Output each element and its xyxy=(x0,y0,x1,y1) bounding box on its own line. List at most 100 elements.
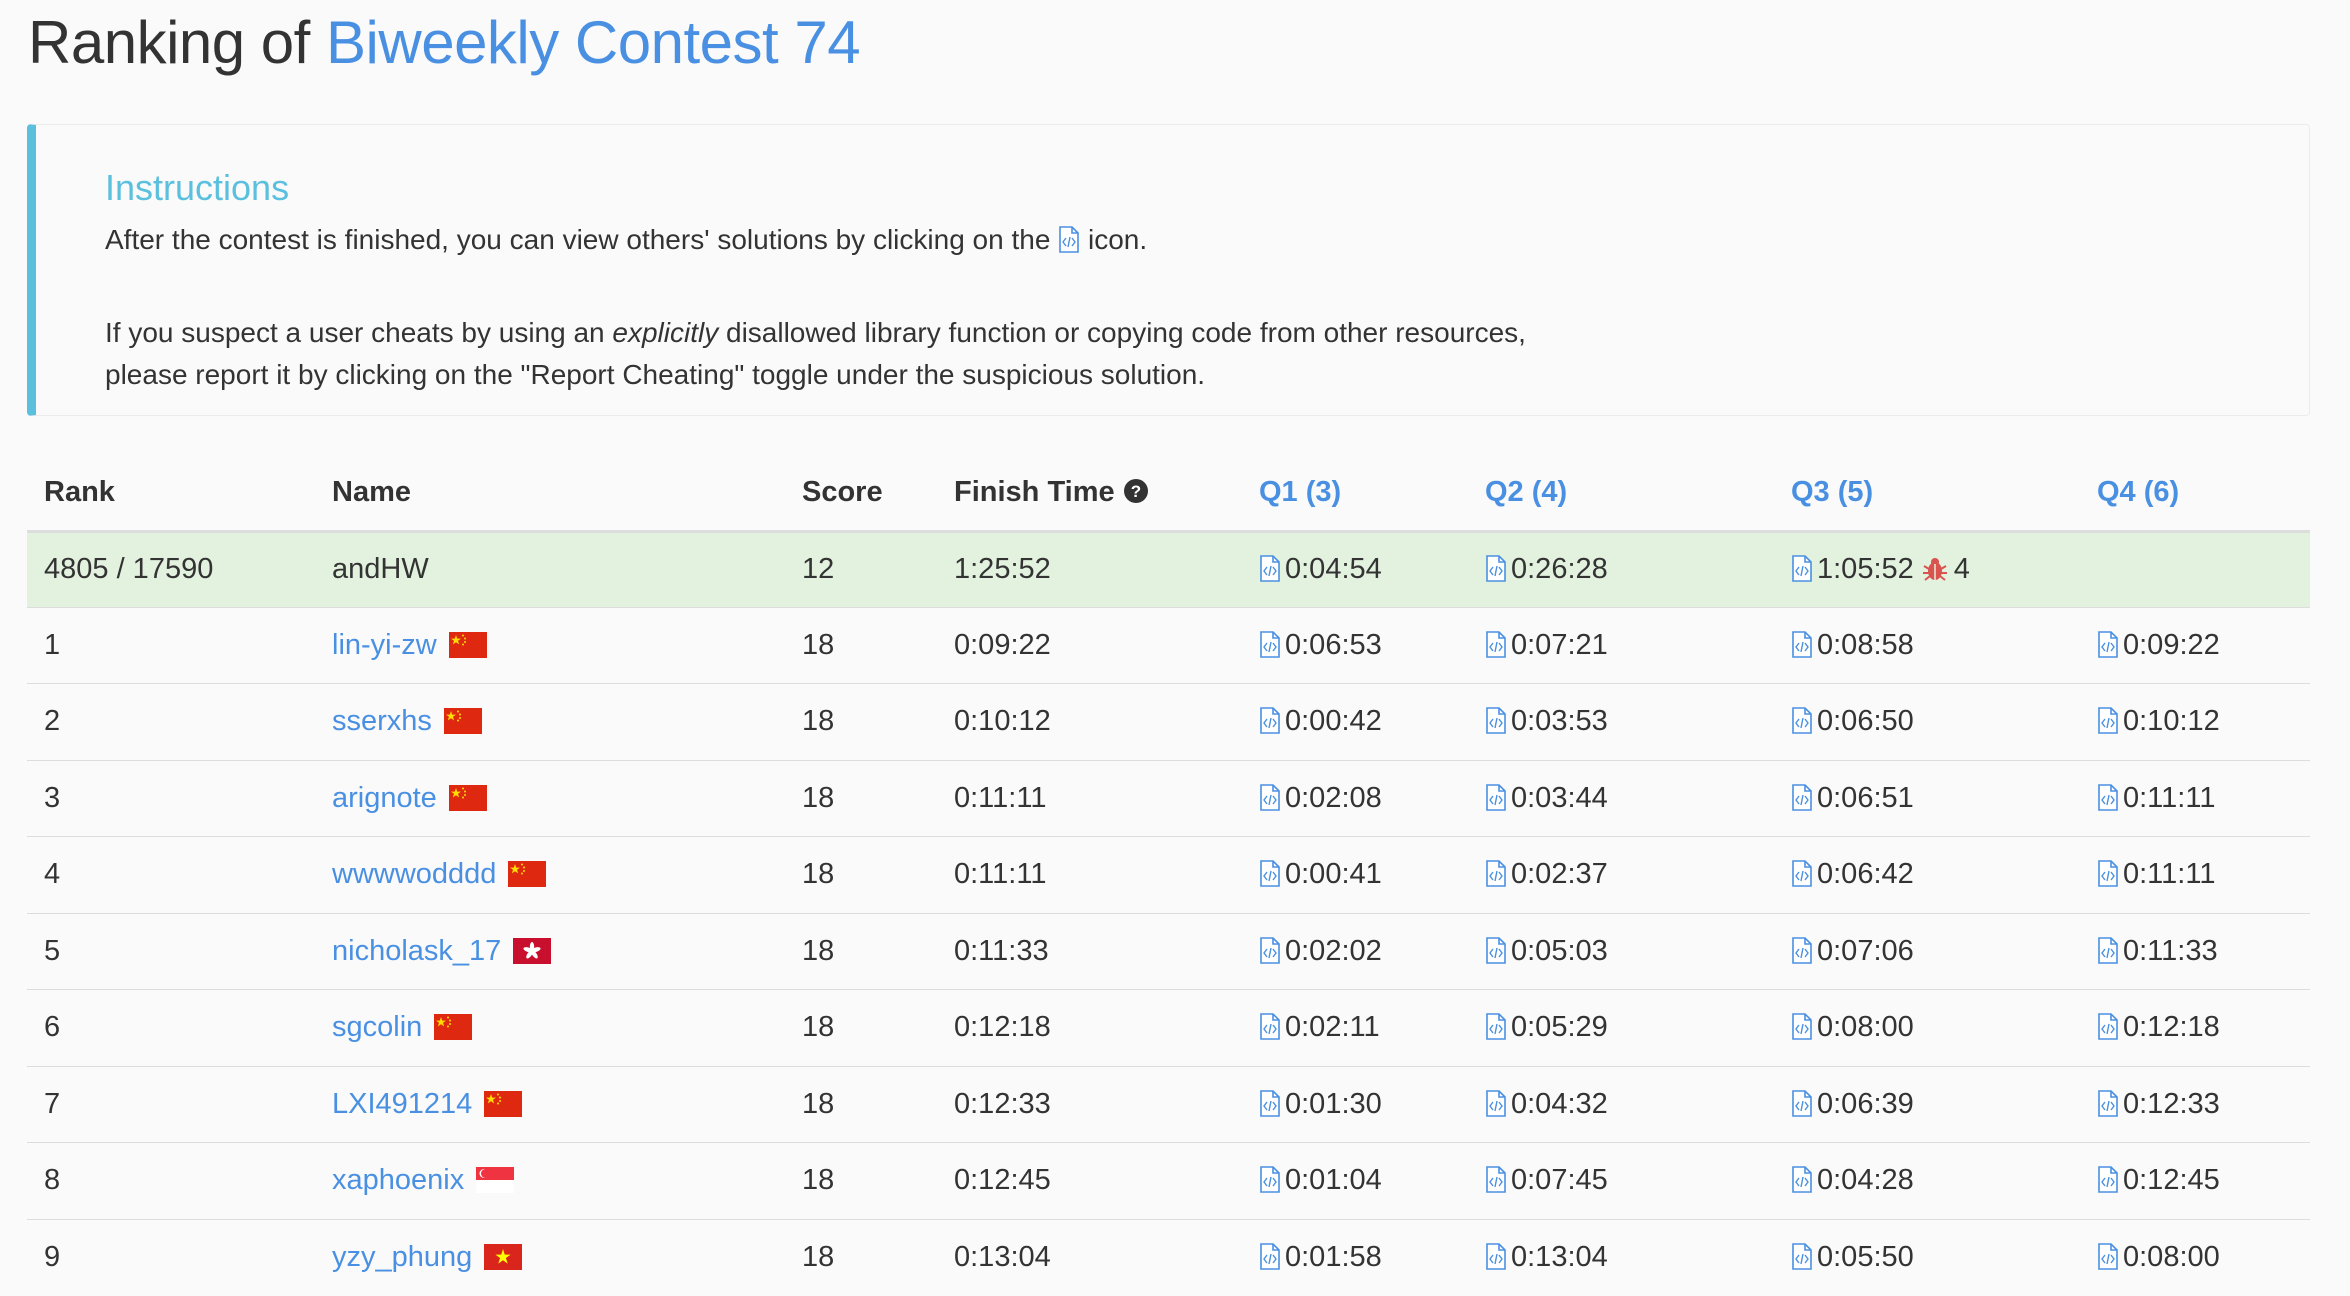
cell-q2: 0:05:03 xyxy=(1468,912,1774,990)
cell-q3: 0:04:28 xyxy=(1774,1142,2080,1219)
code-file-icon[interactable] xyxy=(1791,707,1813,735)
code-file-icon[interactable] xyxy=(1485,783,1507,811)
cell-name: wwwwodddd xyxy=(315,836,785,913)
header-finish-label: Finish Time xyxy=(954,475,1115,508)
cell-q2: 0:03:53 xyxy=(1468,683,1774,760)
code-file-icon[interactable] xyxy=(1259,783,1281,811)
user-link[interactable]: nicholask_17 xyxy=(332,935,501,967)
table-row: 6 sgcolin 18 0:12:18 0:02:11 0:05:29 0:08:00 0:… xyxy=(27,989,2310,1066)
cn-flag-icon xyxy=(508,861,547,888)
code-file-icon[interactable] xyxy=(2097,783,2119,811)
cell-q2: 0:26:28 xyxy=(1468,530,1774,607)
code-file-icon[interactable] xyxy=(1791,860,1813,888)
user-link[interactable]: wwwwodddd xyxy=(332,858,496,890)
code-file-icon[interactable] xyxy=(1791,1013,1813,1041)
cell-q4-time: 0:11:11 xyxy=(2123,858,2216,891)
cell-q3-time: 0:08:00 xyxy=(1817,1011,1914,1044)
cn-flag-icon xyxy=(448,784,487,811)
cell-q3-time: 0:06:42 xyxy=(1817,858,1914,891)
table-row: 4 wwwwodddd 18 0:11:11 0:00:41 0:02:37 0:06:42… xyxy=(27,836,2310,913)
cell-finish: 0:09:22 xyxy=(937,606,1242,684)
code-file-icon[interactable] xyxy=(1791,783,1813,811)
code-file-icon[interactable] xyxy=(1791,1166,1813,1194)
cn-flag-icon xyxy=(448,631,487,658)
code-file-icon[interactable] xyxy=(1791,555,1813,582)
code-file-icon[interactable] xyxy=(1791,630,1813,658)
cn-flag-icon xyxy=(443,708,482,735)
cell-score: 18 xyxy=(785,759,937,837)
code-file-icon[interactable] xyxy=(1485,630,1507,658)
code-file-icon[interactable] xyxy=(1259,1166,1281,1194)
cell-q2-time: 0:04:32 xyxy=(1511,1087,1608,1120)
cell-finish: 1:25:52 xyxy=(937,530,1242,607)
code-file-icon[interactable] xyxy=(2097,1013,2119,1041)
cell-finish: 0:12:33 xyxy=(937,1065,1242,1143)
cell-q1: 0:01:30 xyxy=(1242,1065,1468,1143)
cell-q2-time: 0:05:03 xyxy=(1511,934,1608,967)
code-file-icon[interactable] xyxy=(1259,555,1281,582)
code-file-icon[interactable] xyxy=(2097,936,2119,964)
header-q4[interactable]: Q4 (6) xyxy=(2080,455,2310,533)
instructions-line-1: After the contest is finished, you can v… xyxy=(105,219,1147,261)
cell-name: andHW xyxy=(315,530,785,607)
code-file-icon[interactable] xyxy=(1259,1013,1281,1041)
cell-q4-time: 0:12:33 xyxy=(2123,1087,2220,1120)
code-file-icon[interactable] xyxy=(1791,1243,1813,1270)
user-link[interactable]: LXI491214 xyxy=(332,1088,472,1120)
code-file-icon[interactable] xyxy=(1485,1089,1507,1117)
code-file-icon[interactable] xyxy=(1259,1089,1281,1117)
cell-q4: 0:12:33 xyxy=(2080,1065,2310,1143)
header-q2[interactable]: Q2 (4) xyxy=(1468,455,1774,533)
cell-q1-time: 0:06:53 xyxy=(1285,628,1382,661)
table-row: 7 LXI491214 18 0:12:33 0:01:30 0:04:32 0:06:39… xyxy=(27,1065,2310,1143)
code-file-icon[interactable] xyxy=(2097,1089,2119,1117)
user-link[interactable]: sserxhs xyxy=(332,705,432,737)
code-file-icon[interactable] xyxy=(1485,936,1507,964)
cell-q3-time: 0:06:50 xyxy=(1817,705,1914,738)
code-file-icon[interactable] xyxy=(1259,630,1281,658)
code-file-icon[interactable] xyxy=(2097,630,2119,658)
cell-score: 18 xyxy=(785,606,937,684)
cell-score: 18 xyxy=(785,1218,937,1296)
code-file-icon[interactable] xyxy=(1485,1243,1507,1270)
cell-q4: 0:11:33 xyxy=(2080,912,2310,990)
header-q1[interactable]: Q1 (3) xyxy=(1242,455,1468,533)
cell-q1-time: 0:01:58 xyxy=(1285,1241,1382,1273)
code-file-icon[interactable] xyxy=(1485,860,1507,888)
cell-rank: 5 xyxy=(27,912,315,990)
code-file-icon[interactable] xyxy=(1791,1089,1813,1117)
code-file-icon[interactable] xyxy=(2097,707,2119,735)
code-file-icon[interactable] xyxy=(2097,860,2119,888)
user-link[interactable]: arignote xyxy=(332,782,437,814)
cell-q2: 0:03:44 xyxy=(1468,759,1774,837)
code-file-icon[interactable] xyxy=(1259,860,1281,888)
user-link[interactable]: sgcolin xyxy=(332,1011,422,1043)
cn-flag-icon xyxy=(434,1014,473,1041)
header-rank: Rank xyxy=(27,455,315,533)
cell-rank: 3 xyxy=(27,759,315,837)
code-file-icon[interactable] xyxy=(1485,707,1507,735)
code-file-icon[interactable] xyxy=(1485,555,1507,582)
header-q3[interactable]: Q3 (5) xyxy=(1774,455,2080,533)
cell-q4 xyxy=(2080,530,2310,607)
cell-rank: 1 xyxy=(27,606,315,684)
user-link[interactable]: yzy_phung xyxy=(332,1241,472,1273)
code-file-icon[interactable] xyxy=(2097,1243,2119,1270)
table-row: 3 arignote 18 0:11:11 0:02:08 0:03:44 0:06:51 0… xyxy=(27,759,2310,837)
code-file-icon[interactable] xyxy=(1259,707,1281,735)
cell-q3-time: 0:08:58 xyxy=(1817,628,1914,661)
code-file-icon[interactable] xyxy=(1485,1166,1507,1194)
code-file-icon[interactable] xyxy=(2097,1166,2119,1194)
contest-link[interactable]: Biweekly Contest 74 xyxy=(326,9,861,76)
vn-flag-icon xyxy=(484,1244,523,1270)
question-circle-icon[interactable]: ? xyxy=(1123,478,1149,504)
code-file-icon[interactable] xyxy=(1791,936,1813,964)
code-file-icon[interactable] xyxy=(1259,936,1281,964)
code-file-icon[interactable] xyxy=(1485,1013,1507,1041)
user-link[interactable]: xaphoenix xyxy=(332,1164,464,1196)
user-link[interactable]: lin-yi-zw xyxy=(332,629,437,661)
code-file-icon[interactable] xyxy=(1259,1243,1281,1270)
table-row: 5 nicholask_17 18 0:11:33 0:02:02 0:05:03 0:07… xyxy=(27,912,2310,990)
cell-score: 18 xyxy=(785,1142,937,1219)
header-score: Score xyxy=(785,455,937,533)
